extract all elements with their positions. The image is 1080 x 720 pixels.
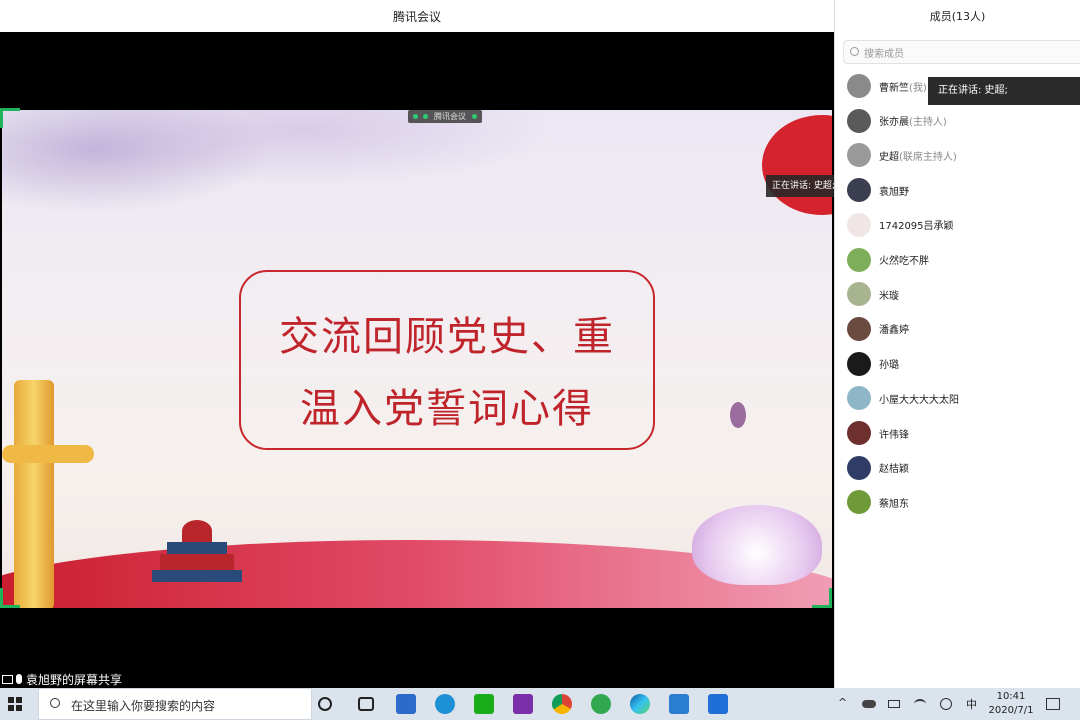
clock-date: 2020/7/1 bbox=[988, 705, 1034, 716]
wifi-icon[interactable] bbox=[914, 699, 926, 709]
member-role: (联席主持人) bbox=[899, 151, 957, 163]
avatar bbox=[847, 143, 871, 168]
member-row[interactable]: 史超 (联席主持人) bbox=[847, 142, 957, 168]
temple-decoration bbox=[152, 520, 242, 600]
slide-title-line1: 交流回顾党史、重 bbox=[279, 314, 615, 360]
status-dot-icon bbox=[472, 114, 477, 119]
avatar bbox=[847, 490, 871, 515]
member-name: 曹新竺 bbox=[879, 82, 909, 94]
member-name: 许伟锋 bbox=[879, 429, 909, 441]
member-name: 小屋大大大大太阳 bbox=[879, 394, 959, 406]
member-name: 1742095吕承颖 bbox=[879, 221, 954, 233]
share-label-text: 袁旭野的屏幕共享 bbox=[26, 672, 123, 687]
shared-slide: 交流回顾党史、重 温入党誓词心得 bbox=[2, 110, 832, 608]
member-row[interactable]: 蔡旭东 bbox=[847, 489, 909, 515]
microphone-icon bbox=[16, 674, 22, 684]
member-name: 蔡旭东 bbox=[879, 498, 909, 510]
window-titlebar: 腾讯会议 bbox=[0, 0, 834, 32]
avatar bbox=[847, 455, 871, 480]
lotus-decoration bbox=[692, 505, 822, 585]
chevron-up-icon[interactable]: ^ bbox=[838, 696, 847, 709]
member-row[interactable]: 潘鑫婷 bbox=[847, 316, 909, 342]
chrome-icon[interactable] bbox=[552, 694, 572, 714]
wechat-icon[interactable] bbox=[474, 694, 494, 714]
member-role: (我) bbox=[909, 82, 927, 94]
huabiao-wing-decoration bbox=[2, 445, 94, 463]
app-blue-icon[interactable] bbox=[708, 694, 728, 714]
edge-icon[interactable] bbox=[630, 694, 650, 714]
search-icon bbox=[50, 698, 60, 708]
member-name: 火然吃不胖 bbox=[879, 256, 929, 267]
member-row[interactable]: 1742095吕承颖 bbox=[847, 212, 954, 238]
notification-icon[interactable] bbox=[1046, 698, 1060, 710]
member-row[interactable]: 张亦晨 (主持人) bbox=[847, 108, 947, 134]
avatar bbox=[847, 74, 871, 98]
tencent-meeting-icon[interactable] bbox=[435, 694, 455, 714]
recording-dot-icon bbox=[423, 114, 428, 119]
clock-time: 10:41 bbox=[996, 691, 1026, 702]
member-row[interactable]: 米璇 bbox=[847, 281, 899, 307]
member-search-placeholder: 搜索成员 bbox=[864, 49, 904, 60]
speaker-popup: 正在讲话: 史超; bbox=[928, 77, 1080, 105]
battery-icon[interactable] bbox=[888, 700, 900, 708]
member-name: 张亦晨 bbox=[879, 117, 909, 129]
pen-icon[interactable] bbox=[940, 698, 952, 710]
system-clock[interactable]: 10:41 2020/7/1 bbox=[983, 690, 1039, 718]
avatar bbox=[847, 247, 871, 272]
member-panel-header: 成员(13人) bbox=[929, 10, 986, 23]
huabiao-pillar-decoration bbox=[14, 380, 54, 608]
share-border-corner bbox=[0, 588, 20, 608]
taskbar-search-box[interactable]: 在这里输入你要搜索的内容 bbox=[38, 688, 312, 720]
share-border-corner bbox=[0, 108, 20, 128]
store-icon[interactable] bbox=[396, 694, 416, 714]
member-name: 潘鑫婷 bbox=[879, 325, 909, 337]
monitor-icon bbox=[2, 674, 13, 684]
avatar bbox=[847, 316, 871, 341]
slide-title-box: 交流回顾党史、重 温入党誓词心得 bbox=[239, 270, 655, 450]
member-row[interactable]: 小屋大大大大太阳 bbox=[847, 385, 959, 411]
avatar bbox=[847, 108, 871, 133]
member-name: 史超 bbox=[879, 151, 899, 163]
member-row[interactable]: 孙璐 bbox=[847, 351, 899, 377]
word-icon[interactable] bbox=[669, 694, 689, 714]
member-row[interactable]: 许伟锋 bbox=[847, 420, 909, 446]
windows-start-button[interactable] bbox=[8, 697, 22, 711]
avatar bbox=[847, 351, 871, 376]
avatar bbox=[847, 212, 871, 237]
avatar bbox=[847, 386, 871, 411]
cortana-icon[interactable] bbox=[318, 697, 332, 711]
member-name: 米璇 bbox=[879, 290, 899, 302]
search-icon bbox=[850, 47, 859, 56]
member-role: (主持人) bbox=[909, 117, 947, 129]
window-title: 腾讯会议 bbox=[392, 10, 441, 24]
screen-share-label: 袁旭野的屏幕共享 bbox=[0, 671, 122, 687]
avatar bbox=[847, 421, 871, 445]
share-status-label: 腾讯会议 bbox=[434, 112, 466, 121]
signal-icon bbox=[413, 114, 418, 119]
member-row[interactable]: 曹新竺 (我) bbox=[847, 73, 927, 99]
ime-indicator[interactable]: 中 bbox=[966, 696, 977, 712]
member-name: 袁旭野 bbox=[879, 186, 909, 198]
taskbar: 在这里输入你要搜索的内容 ^ 中 10:41 2020/7/1 bbox=[0, 688, 1080, 720]
slide-cloud-decoration bbox=[2, 110, 832, 240]
member-row[interactable]: 火然吃不胖 bbox=[847, 247, 929, 273]
app-green-icon[interactable] bbox=[591, 694, 611, 714]
member-search-input[interactable]: 搜索成员 bbox=[843, 40, 1080, 64]
task-view-icon[interactable] bbox=[358, 697, 374, 711]
avatar bbox=[847, 178, 871, 203]
lotus-bud-decoration bbox=[730, 402, 746, 428]
taskbar-search-placeholder: 在这里输入你要搜索的内容 bbox=[71, 699, 216, 713]
share-border-corner bbox=[812, 588, 832, 608]
member-name: 孙璐 bbox=[879, 360, 899, 372]
share-status-bar[interactable]: 腾讯会议 bbox=[408, 110, 482, 123]
member-name: 赵桔颖 bbox=[879, 464, 909, 476]
avatar bbox=[847, 282, 871, 307]
slide-title-line2: 温入党誓词心得 bbox=[300, 386, 594, 432]
onenote-icon[interactable] bbox=[513, 694, 533, 714]
onedrive-icon[interactable] bbox=[862, 700, 876, 708]
member-row[interactable]: 袁旭野 bbox=[847, 177, 909, 203]
member-row[interactable]: 赵桔颖 bbox=[847, 455, 909, 481]
